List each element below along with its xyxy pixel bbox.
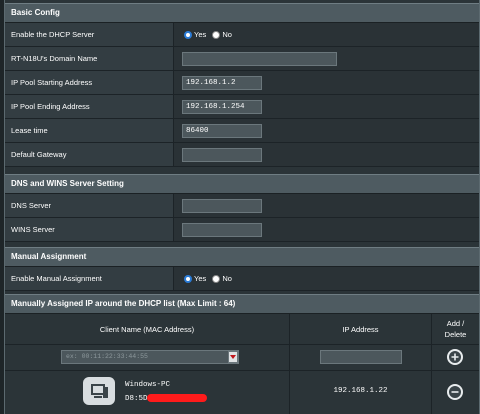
pool-end-label: IP Pool Ending Address <box>5 95 173 118</box>
new-ip-input[interactable] <box>320 350 402 364</box>
basic-config-header: Basic Config <box>5 3 479 23</box>
wins-server-input[interactable] <box>182 223 262 237</box>
manual-no-label[interactable]: No <box>222 274 232 283</box>
dhcp-settings-panel: Basic Config Enable the DHCP Server Yes … <box>4 0 480 414</box>
dhcp-enable-row: Enable the DHCP Server Yes No <box>5 23 479 47</box>
client-dropdown-button[interactable] <box>228 351 238 363</box>
wins-server-label: WINS Server <box>5 218 173 241</box>
assigned-list-header: Manually Assigned IP around the DHCP lis… <box>5 294 479 314</box>
manual-enable-radio-group: Yes No <box>184 273 236 285</box>
client-mac: D8:5D <box>125 395 148 403</box>
default-gateway-label: Default Gateway <box>5 143 173 166</box>
domain-name-input[interactable] <box>182 52 337 66</box>
delete-entry-button[interactable] <box>447 384 463 400</box>
default-gateway-row: Default Gateway <box>5 143 479 167</box>
col-client-name: Client Name (MAC Address) <box>5 314 290 344</box>
manual-assignment-header: Manual Assignment <box>5 247 479 267</box>
manual-enable-row: Enable Manual Assignment Yes No <box>5 267 479 291</box>
pool-end-input[interactable]: 192.168.1.254 <box>182 100 262 114</box>
col-add-delete: Add / Delete <box>444 319 467 339</box>
manual-yes-label[interactable]: Yes <box>194 274 206 283</box>
manual-yes-radio[interactable] <box>184 275 192 284</box>
client-name: Windows-PC <box>125 381 171 389</box>
assigned-list-table-head: Client Name (MAC Address) IP Address Add… <box>5 314 479 345</box>
chevron-down-icon <box>230 355 236 359</box>
dns-server-label: DNS Server <box>5 194 173 217</box>
computer-icon <box>83 377 115 405</box>
default-gateway-input[interactable] <box>182 148 262 162</box>
dhcp-enable-label: Enable the DHCP Server <box>5 23 173 46</box>
dhcp-no-radio[interactable] <box>212 31 221 40</box>
lease-time-row: Lease time 86400 <box>5 119 479 143</box>
domain-name-label: RT-N18U's Domain Name <box>5 47 173 70</box>
pool-start-input[interactable]: 192.168.1.2 <box>182 76 262 90</box>
lease-time-input[interactable]: 86400 <box>182 124 262 138</box>
add-entry-button[interactable] <box>447 349 463 365</box>
minus-circle-icon <box>451 391 459 393</box>
wins-server-row: WINS Server <box>5 218 479 242</box>
dhcp-yes-radio[interactable] <box>184 31 192 40</box>
manual-enable-label: Enable Manual Assignment <box>5 267 173 290</box>
client-mac-combobox[interactable]: ex: 00:11:22:33:44:55 <box>61 350 239 364</box>
dhcp-no-label[interactable]: No <box>222 30 232 39</box>
dns-server-input[interactable] <box>182 199 262 213</box>
manual-no-radio[interactable] <box>212 275 221 284</box>
client-ip: 192.168.1.22 <box>333 387 388 395</box>
redaction-mark <box>147 394 207 402</box>
col-ip-address: IP Address <box>290 314 432 344</box>
table-row: Windows-PC D8:5D 192.168.1.22 <box>5 371 479 414</box>
pool-start-label: IP Pool Starting Address <box>5 71 173 94</box>
dhcp-yes-label[interactable]: Yes <box>194 30 206 39</box>
new-entry-row: ex: 00:11:22:33:44:55 <box>5 344 479 371</box>
lease-time-label: Lease time <box>5 119 173 142</box>
dhcp-enable-radio-group: Yes No <box>184 29 236 41</box>
pool-end-row: IP Pool Ending Address 192.168.1.254 <box>5 95 479 119</box>
dns-server-row: DNS Server <box>5 194 479 218</box>
dns-wins-header: DNS and WINS Server Setting <box>5 174 479 194</box>
pool-start-row: IP Pool Starting Address 192.168.1.2 <box>5 71 479 95</box>
plus-circle-icon <box>451 353 459 361</box>
domain-name-row: RT-N18U's Domain Name <box>5 47 479 71</box>
